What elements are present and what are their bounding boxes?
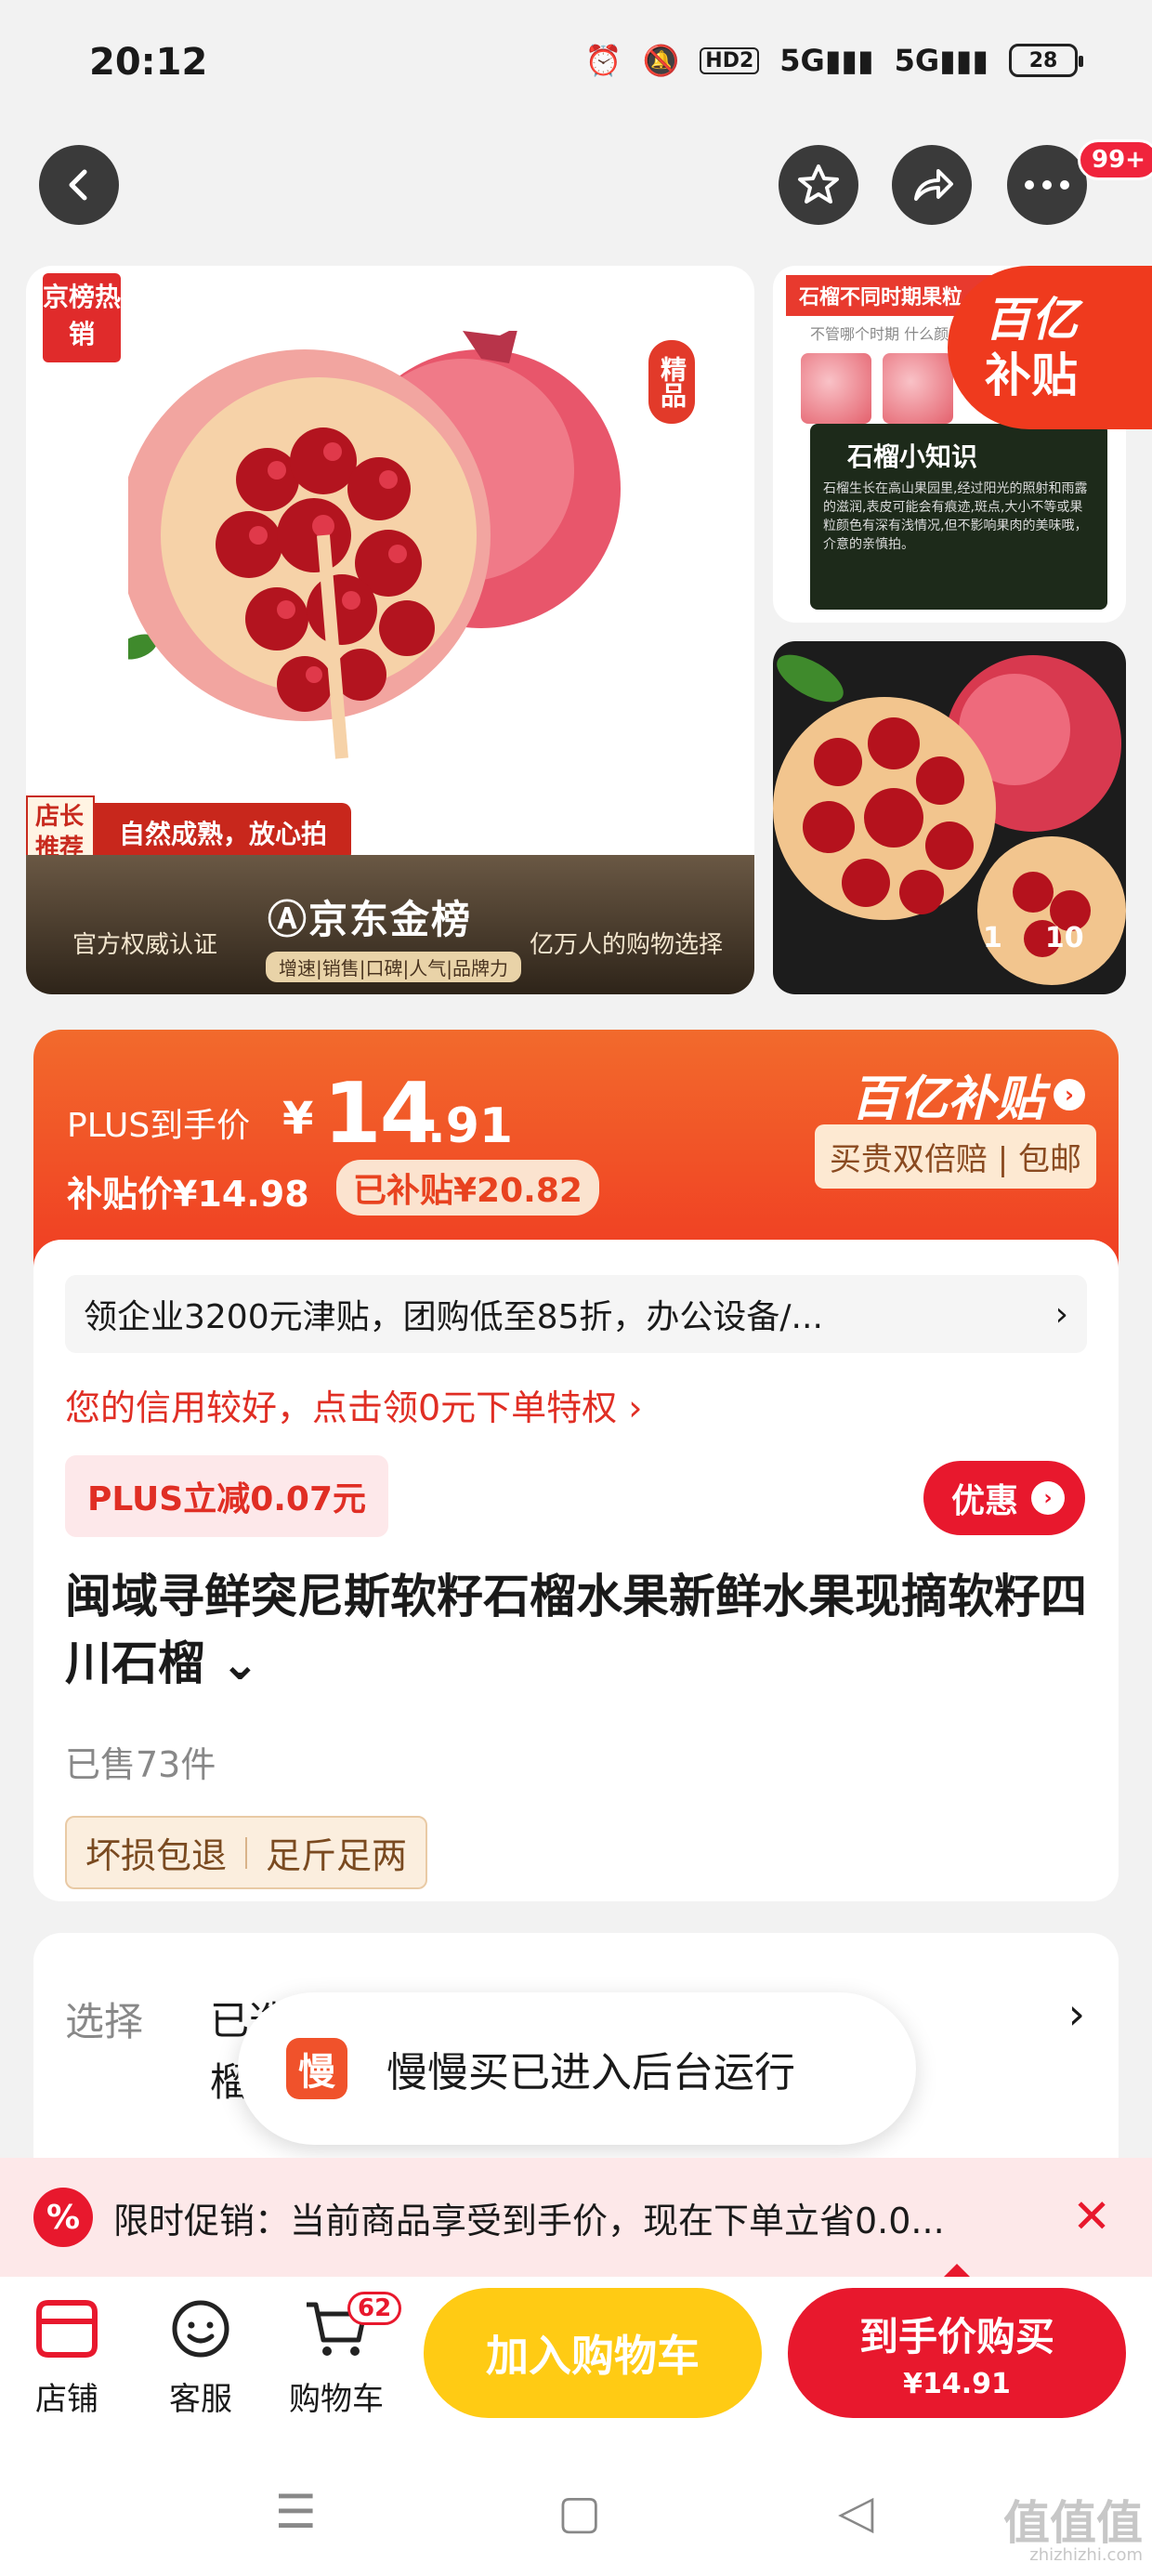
buy-button-label: 到手价购买 bbox=[858, 2314, 1054, 2359]
jd-gold-icon: Ⓐ bbox=[268, 897, 309, 942]
subsidy-title-text: 百亿补贴 bbox=[850, 1071, 1044, 1127]
more-button[interactable] bbox=[1007, 145, 1087, 225]
cart-button[interactable]: 62 购物车 bbox=[281, 2292, 402, 2419]
buy-now-button[interactable]: 到手价购买 ¥14.91 bbox=[788, 2288, 1126, 2418]
subsidy-badge-line2: 补贴 bbox=[985, 348, 1078, 402]
store-icon bbox=[36, 2300, 98, 2358]
pomegranate-illustration bbox=[128, 331, 621, 759]
credit-privilege-link[interactable]: 您的信用较好，点击领0元下单特权 › bbox=[65, 1379, 642, 1430]
watermark: 值值值 zhizhizhi.com bbox=[1003, 2496, 1143, 2565]
close-icon[interactable]: ✕ bbox=[1072, 2189, 1111, 2243]
gallery-counter: 1 10 bbox=[983, 922, 1084, 954]
gallery-index: 1 bbox=[983, 922, 1002, 954]
promo-text: 限时促销：当前商品享受到手价，现在下单立省0.0... bbox=[113, 2200, 945, 2241]
price-decimal: .91 bbox=[427, 1098, 514, 1154]
cart-count-badge: 62 bbox=[347, 2292, 402, 2325]
buy-button-price: ¥14.91 bbox=[903, 2368, 1011, 2400]
subsidy-guarantee: 买贵双倍赔 | 包邮 bbox=[814, 1124, 1096, 1189]
service-label: 客服 bbox=[169, 2381, 232, 2418]
status-time: 20:12 bbox=[89, 41, 208, 84]
gallery-total: 10 bbox=[1044, 922, 1084, 954]
gold-right-text: 亿万人的购物选择 bbox=[529, 931, 723, 959]
knowledge-title: 石榴小知识 bbox=[847, 441, 978, 472]
toast-text: 慢慢买已进入后台运行 bbox=[386, 2049, 795, 2096]
home-icon[interactable]: ▢ bbox=[557, 2485, 601, 2539]
price-integer: 14 bbox=[323, 1065, 438, 1163]
chevron-right-icon: › bbox=[1054, 1078, 1085, 1111]
more-dots-icon bbox=[1025, 180, 1069, 190]
subsidy-price: 补贴价¥14.98 bbox=[67, 1174, 309, 1215]
percent-icon: % bbox=[33, 2188, 93, 2247]
store-label: 店铺 bbox=[35, 2381, 98, 2418]
discount-button[interactable]: 优惠 › bbox=[923, 1461, 1085, 1535]
product-info-card: 领企业3200元津贴，团购低至85折，办公设备/... › 您的信用较好，点击领… bbox=[33, 1240, 1119, 1901]
status-bar: 20:12 ⏰ 🔕 HD2 5G▮▮▮ 5G▮▮▮ 28 bbox=[0, 0, 1152, 130]
knowledge-box: 石榴小知识 石榴生长在高山果园里,经过阳光的照射和雨露的滋润,表皮可能会有痕迹,… bbox=[810, 424, 1107, 610]
cart-label: 购物车 bbox=[289, 2381, 384, 2418]
jd-hot-tag: 京榜热销 bbox=[43, 273, 121, 362]
share-button[interactable] bbox=[892, 145, 972, 225]
subsidy-title-link[interactable]: 百亿补贴 › bbox=[851, 1059, 1085, 1129]
alarm-icon: ⏰ bbox=[584, 43, 622, 78]
gold-title: Ⓐ京东金榜 bbox=[268, 897, 473, 942]
background-run-toast: 慢 慢慢买已进入后台运行 bbox=[238, 1992, 916, 2145]
add-to-cart-button[interactable]: 加入购物车 bbox=[424, 2288, 762, 2418]
promo-bar[interactable]: % 限时促销：当前商品享受到手价，现在下单立省0.0... ✕ bbox=[0, 2158, 1152, 2277]
product-title[interactable]: 闽域寻鲜突尼斯软籽石榴水果新鲜水果现摘软籽四川石榴 ⌄ bbox=[65, 1563, 1087, 1697]
back-icon[interactable]: ◁ bbox=[838, 2485, 873, 2539]
subsidized-amount: 已补贴¥20.82 bbox=[336, 1160, 599, 1216]
shop-rec-text: 自然成熟，放心拍 bbox=[95, 803, 352, 862]
bottom-action-bar: 店铺 客服 62 购物车 加入购物车 到手价购买 ¥14.91 bbox=[0, 2277, 1152, 2444]
signal-5g-icon-2: 5G▮▮▮ bbox=[894, 43, 988, 78]
price-currency: ¥ bbox=[282, 1093, 314, 1145]
enterprise-subsidy-row[interactable]: 领企业3200元津贴，团购低至85折，办公设备/... › bbox=[65, 1275, 1087, 1353]
app-logo-icon: 慢 bbox=[286, 2038, 347, 2099]
service-tags[interactable]: 坏损包退 足斤足两 bbox=[65, 1816, 428, 1889]
gold-ranking-banner: 官方权威认证 Ⓐ京东金榜 增速|销售|口碑|人气|品牌力 亿万人的购物选择 bbox=[26, 855, 754, 994]
back-button[interactable] bbox=[39, 145, 119, 225]
favorite-button[interactable] bbox=[779, 145, 858, 225]
seed-sample-mid bbox=[883, 353, 953, 424]
gold-sub: 增速|销售|口碑|人气|品牌力 bbox=[266, 952, 521, 982]
knowledge-text: 石榴生长在高山果园里,经过阳光的照射和雨露的滋润,表皮可能会有痕迹,斑点,大小不… bbox=[823, 481, 1088, 552]
chevron-right-icon: › bbox=[1054, 1295, 1068, 1334]
system-navigation-bar: ☰ ▢ ◁ 值值值 zhizhizhi.com bbox=[0, 2444, 1152, 2576]
sold-count: 已售73件 bbox=[65, 1744, 216, 1785]
plus-discount-tag: PLUS立减0.07元 bbox=[65, 1455, 389, 1537]
quality-tag: 精品 bbox=[648, 340, 695, 424]
chat-smile-icon bbox=[172, 2300, 229, 2358]
battery-icon: 28 bbox=[1009, 44, 1083, 77]
select-label: 选择 bbox=[65, 1999, 144, 2044]
service-tag-return: 坏损包退 bbox=[85, 1835, 228, 1876]
subsidy-badge[interactable]: 百亿 补贴 bbox=[948, 266, 1152, 429]
signal-5g-icon: 5G▮▮▮ bbox=[779, 43, 874, 78]
main-product-image[interactable]: 京榜热销 精品 店长推荐 自然成熟，放心拍 官方权威认证 Ⓐ京东金榜 增速|销售… bbox=[26, 266, 754, 994]
service-button[interactable]: 客服 bbox=[145, 2292, 256, 2419]
store-button[interactable]: 店铺 bbox=[11, 2292, 123, 2419]
back-arrow-icon bbox=[69, 169, 87, 201]
notification-badge: 99+ bbox=[1078, 139, 1152, 180]
gold-left-text: 官方权威认证 bbox=[72, 931, 218, 959]
plus-price-label: PLUS到手价 bbox=[67, 1107, 251, 1145]
chevron-right-icon: › bbox=[1031, 1481, 1065, 1515]
chevron-right-icon: › bbox=[1067, 1989, 1085, 2039]
status-icons: ⏰ 🔕 HD2 5G▮▮▮ 5G▮▮▮ 28 bbox=[584, 43, 1083, 78]
enterprise-text: 领企业3200元津贴，团购低至85折，办公设备/... bbox=[84, 1298, 823, 1336]
discount-button-label: 优惠 bbox=[950, 1482, 1018, 1520]
mute-icon: 🔕 bbox=[642, 43, 680, 78]
subsidy-badge-line1: 百亿 bbox=[985, 293, 1078, 347]
menu-icon[interactable]: ☰ bbox=[275, 2485, 317, 2539]
share-icon bbox=[914, 169, 953, 201]
service-tag-weight: 足斤足两 bbox=[266, 1835, 408, 1876]
hd-icon: HD2 bbox=[700, 46, 760, 74]
seed-sample-early bbox=[801, 353, 871, 424]
star-icon bbox=[798, 164, 839, 204]
